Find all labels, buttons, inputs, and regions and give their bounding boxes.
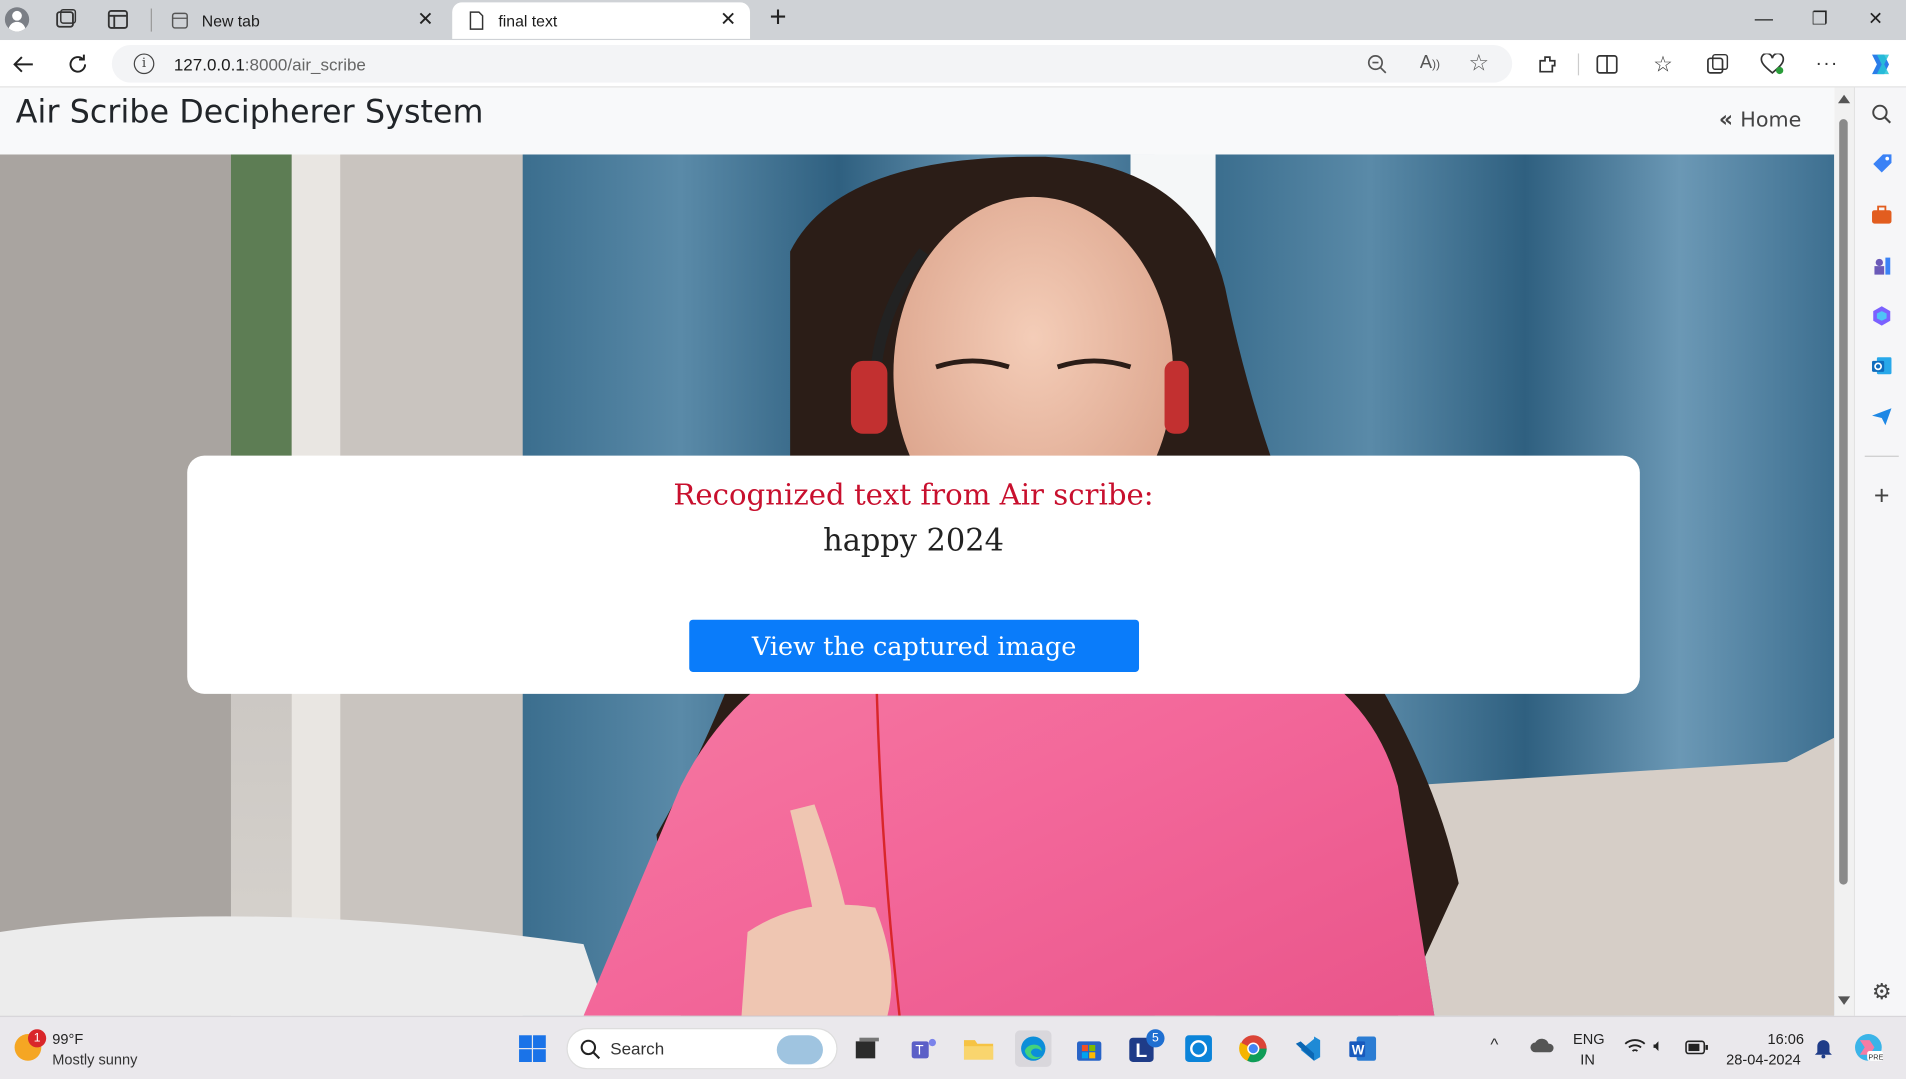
onedrive-cloud-icon[interactable]	[1529, 1035, 1556, 1061]
clock-time[interactable]: 16:06	[1767, 1030, 1804, 1047]
back-icon[interactable]	[6, 47, 40, 81]
url-text[interactable]: 127.0.0.1:8000/air_scribe	[174, 55, 366, 74]
tab-label: New tab	[201, 11, 260, 30]
shopping-tag-icon[interactable]	[1870, 152, 1894, 176]
language-region[interactable]: IN	[1580, 1051, 1595, 1068]
tab-new-tab[interactable]: New tab ✕	[156, 2, 448, 38]
tools-briefcase-icon[interactable]	[1870, 203, 1894, 227]
show-hidden-icons-chevron-icon[interactable]: ^	[1490, 1034, 1498, 1053]
edge-sidebar: + ⚙	[1853, 87, 1906, 1016]
games-chess-icon[interactable]	[1870, 253, 1894, 277]
notification-bell-icon[interactable]	[1814, 1036, 1833, 1064]
taskbar-search-box[interactable]: Search	[566, 1027, 838, 1070]
app-circle-icon[interactable]	[1180, 1030, 1216, 1066]
microsoft-store-icon[interactable]	[1071, 1030, 1107, 1066]
close-tab-icon[interactable]: ✕	[416, 10, 435, 30]
recognized-text-value: happy 2024	[823, 522, 1004, 558]
page-icon	[467, 11, 486, 30]
add-icon[interactable]: +	[1870, 480, 1894, 510]
split-screen-icon[interactable]	[1590, 47, 1624, 81]
scroll-up-arrow-icon[interactable]	[1837, 94, 1851, 104]
browser-essentials-icon[interactable]	[1755, 47, 1789, 81]
copilot-pre-icon[interactable]: PRE	[1853, 1032, 1885, 1070]
file-explorer-icon[interactable]	[960, 1030, 996, 1066]
chrome-icon[interactable]	[1235, 1030, 1271, 1066]
address-toolbar: i 127.0.0.1:8000/air_scribe A)) ☆ ☆ ···	[0, 40, 1906, 88]
workspaces-icon[interactable]	[53, 8, 77, 31]
microsoft365-icon[interactable]	[1870, 304, 1894, 328]
close-tab-icon[interactable]: ✕	[718, 10, 737, 30]
wifi-icon[interactable]	[1624, 1038, 1646, 1059]
minimize-button[interactable]: —	[1736, 5, 1792, 34]
word-icon[interactable]: W	[1344, 1030, 1380, 1066]
toolbar-divider	[1577, 53, 1580, 76]
copilot-icon[interactable]	[1864, 47, 1898, 81]
result-card: Recognized text from Air scribe: happy 2…	[187, 455, 1640, 694]
web-page: Air Scribe Decipherer System « Home Reco…	[0, 87, 1835, 1016]
favorites-icon[interactable]: ☆	[1646, 47, 1680, 81]
vscode-icon[interactable]	[1290, 1030, 1326, 1066]
read-aloud-icon[interactable]: A))	[1420, 52, 1440, 73]
svg-text:L: L	[1135, 1040, 1147, 1062]
svg-text:W: W	[1352, 1043, 1365, 1058]
edge-browser-icon[interactable]	[1015, 1030, 1052, 1067]
home-link[interactable]: « Home	[1719, 107, 1801, 133]
new-tab-icon	[170, 11, 189, 30]
weather-description[interactable]: Mostly sunny	[52, 1051, 137, 1068]
double-chevron-left-icon: «	[1718, 106, 1734, 133]
collections-icon[interactable]	[1701, 47, 1735, 81]
volume-icon[interactable]: 🔈︎	[1653, 1035, 1663, 1056]
settings-gear-icon[interactable]: ⚙	[1870, 979, 1894, 1003]
language-indicator[interactable]: ENG	[1573, 1030, 1605, 1047]
weather-temp[interactable]: 99°F	[52, 1030, 83, 1047]
clock-date[interactable]: 28-04-2024	[1726, 1051, 1801, 1068]
view-captured-image-button[interactable]: View the captured image	[689, 619, 1140, 672]
profile-icon[interactable]	[4, 7, 30, 32]
vertical-tabs-icon[interactable]	[107, 9, 129, 31]
svg-text:T: T	[915, 1043, 923, 1058]
navbar: Air Scribe Decipherer System « Home	[0, 87, 1835, 155]
scrollbar-thumb[interactable]	[1839, 119, 1848, 885]
search-icon	[580, 1039, 601, 1066]
windows-start-icon[interactable]	[514, 1030, 550, 1066]
extensions-icon[interactable]	[1530, 47, 1564, 81]
battery-icon[interactable]	[1685, 1039, 1709, 1061]
recognized-text-heading: Recognized text from Air scribe:	[673, 477, 1154, 512]
address-bar[interactable]: i 127.0.0.1:8000/air_scribe A)) ☆	[111, 44, 1513, 83]
svg-text:PRE: PRE	[1868, 1053, 1883, 1062]
windows-taskbar: 1 99°F Mostly sunny Search T L 5 W ^ ENG…	[0, 1015, 1906, 1079]
outlook-icon[interactable]	[1870, 354, 1894, 378]
page-scrollbar[interactable]	[1834, 87, 1854, 1016]
task-view-icon[interactable]	[848, 1030, 884, 1066]
home-link-label: Home	[1740, 107, 1802, 132]
close-window-button[interactable]: ✕	[1848, 5, 1904, 34]
site-info-icon[interactable]: i	[133, 53, 155, 75]
tab-label: final text	[498, 11, 558, 30]
restore-button[interactable]: ❐	[1792, 5, 1848, 34]
weather-badge: 1	[27, 1029, 47, 1048]
search-label: Search	[610, 1038, 665, 1059]
background-photo: Recognized text from Air scribe: happy 2…	[0, 154, 1835, 1016]
scroll-down-arrow-icon[interactable]	[1837, 996, 1851, 1005]
send-plane-icon[interactable]	[1870, 405, 1894, 429]
teams-icon[interactable]: T	[906, 1030, 942, 1066]
navbar-brand[interactable]: Air Scribe Decipherer System	[16, 95, 484, 131]
tab-divider	[150, 8, 152, 32]
sidebar-divider	[1864, 455, 1899, 457]
search-highlight-icon	[776, 1035, 823, 1065]
search-icon[interactable]	[1870, 102, 1894, 126]
refresh-icon[interactable]	[61, 47, 95, 81]
app-badge: 5	[1146, 1029, 1165, 1048]
tab-strip: New tab ✕ final text ✕ + — ❐ ✕	[0, 0, 1906, 41]
zoom-out-icon[interactable]	[1366, 53, 1388, 81]
favorite-star-icon[interactable]: ☆	[1468, 50, 1489, 78]
more-menu-icon[interactable]: ···	[1810, 47, 1844, 81]
tab-final-text[interactable]: final text ✕	[452, 2, 751, 39]
new-tab-button[interactable]: +	[763, 3, 792, 33]
